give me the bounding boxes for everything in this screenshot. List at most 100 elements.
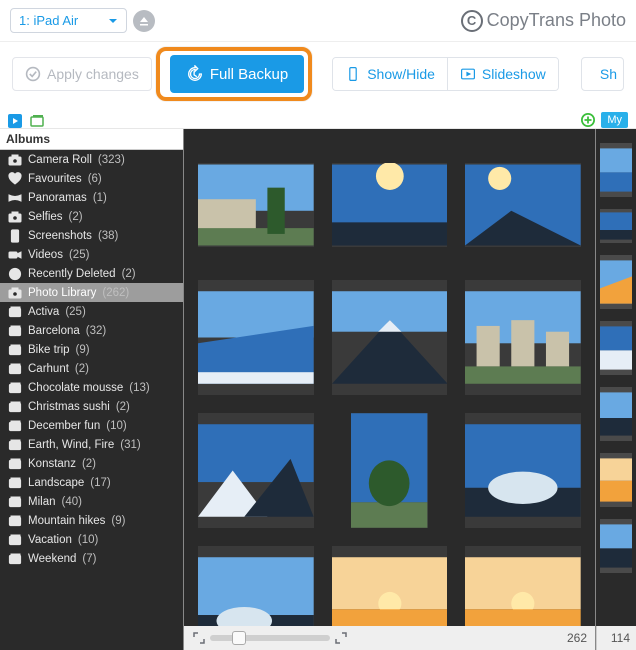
sidebar-item-camera-roll[interactable]: Camera Roll (323) — [0, 150, 183, 169]
right-thumb[interactable] — [600, 519, 632, 573]
view-button-group: Show/Hide Slideshow — [332, 57, 559, 91]
photo-thumb[interactable] — [465, 280, 581, 395]
apply-changes-button[interactable]: Apply changes — [12, 57, 152, 91]
sidebar-item-selfies[interactable]: Selfies (2) — [0, 207, 183, 226]
sidebar-item-activa[interactable]: Activa (25) — [0, 302, 183, 321]
sidebar-item-bike-trip[interactable]: Bike trip (9) — [0, 340, 183, 359]
album-list: Camera Roll (323)Favourites (6)Panoramas… — [0, 150, 183, 568]
sidebar-item-label: Landscape — [28, 477, 84, 489]
right-thumb[interactable] — [600, 321, 632, 375]
right-thumb[interactable] — [600, 209, 632, 243]
show-hide-right-label: Sh — [600, 66, 617, 82]
sidebar-item-december-fun[interactable]: December fun (10) — [0, 416, 183, 435]
sidebar-item-label: Panoramas — [28, 192, 87, 204]
apply-changes-label: Apply changes — [47, 66, 139, 82]
app-name: CopyTrans Photo — [487, 10, 626, 31]
sidebar-item-label: Selfies — [28, 211, 63, 223]
sidebar-item-carhunt[interactable]: Carhunt (2) — [0, 359, 183, 378]
sidebar-item-count: (2) — [75, 363, 89, 375]
show-hide-button[interactable]: Show/Hide — [333, 58, 447, 90]
sidebar-item-label: Earth, Wind, Fire — [28, 439, 114, 451]
app-logo: C CopyTrans Photo — [461, 10, 626, 32]
sidebar-item-count: (2) — [122, 268, 136, 280]
sidebar-item-count: (13) — [129, 382, 149, 394]
device-icon — [345, 66, 361, 82]
right-thumb[interactable] — [600, 453, 632, 507]
photo-thumb[interactable] — [198, 163, 314, 247]
photo-grid-wrap: 262 — [183, 129, 596, 650]
right-panel-footer: 114 — [596, 626, 636, 650]
photo-thumb[interactable] — [351, 413, 427, 528]
left-tab-icons — [8, 114, 44, 128]
sidebar-item-count: (38) — [98, 230, 118, 242]
photo-grid[interactable] — [184, 129, 595, 626]
sidebar-item-favourites[interactable]: Favourites (6) — [0, 169, 183, 188]
add-icon[interactable] — [581, 113, 595, 127]
sidebar-item-count: (2) — [116, 401, 130, 413]
sidebar-item-mountain-hikes[interactable]: Mountain hikes (9) — [0, 511, 183, 530]
photo-thumb[interactable] — [332, 546, 448, 626]
sidebar-item-barcelona[interactable]: Barcelona (32) — [0, 321, 183, 340]
logo-mark-icon: C — [461, 10, 483, 32]
slideshow-button[interactable]: Slideshow — [447, 58, 558, 90]
sidebar-item-count: (2) — [69, 211, 83, 223]
photo-thumb[interactable] — [465, 163, 581, 247]
sidebar-item-milan[interactable]: Milan (40) — [0, 492, 183, 511]
sidebar-item-videos[interactable]: Videos (25) — [0, 245, 183, 264]
photo-thumb[interactable] — [198, 280, 314, 395]
sidebar-item-count: (9) — [111, 515, 125, 527]
play-box-icon — [460, 66, 476, 82]
sidebar-item-christmas-sushi[interactable]: Christmas sushi (2) — [0, 397, 183, 416]
full-backup-button[interactable]: Full Backup — [170, 55, 304, 93]
sidebar-item-count: (10) — [78, 534, 98, 546]
photo-thumb[interactable] — [198, 546, 314, 626]
sidebar-item-count: (2) — [82, 458, 96, 470]
right-count: 114 — [611, 631, 630, 645]
sidebar-item-chocolate-mousse[interactable]: Chocolate mousse (13) — [0, 378, 183, 397]
eject-button[interactable] — [133, 10, 155, 32]
sidebar-item-label: Chocolate mousse — [28, 382, 123, 394]
sidebar-item-count: (7) — [82, 553, 96, 565]
grid-footer: 262 — [184, 626, 595, 650]
toolbar: Apply changes Full Backup Show/Hide Slid… — [0, 42, 636, 106]
photo-thumb[interactable] — [332, 280, 448, 395]
topbar: 1: iPad Air C CopyTrans Photo — [0, 0, 636, 42]
right-tab-icons: My — [581, 112, 628, 128]
photo-thumb[interactable] — [198, 413, 314, 528]
sidebar-item-konstanz[interactable]: Konstanz (2) — [0, 454, 183, 473]
sidebar-item-panoramas[interactable]: Panoramas (1) — [0, 188, 183, 207]
sidebar-item-count: (9) — [76, 344, 90, 356]
photo-thumb[interactable] — [465, 413, 581, 528]
show-hide-label: Show/Hide — [367, 66, 435, 82]
thumbnail-zoom-slider[interactable] — [210, 635, 330, 641]
sidebar-item-count: (31) — [120, 439, 140, 451]
sidebar-item-count: (1) — [93, 192, 107, 204]
photo-thumb[interactable] — [332, 163, 448, 247]
sidebar-item-label: Konstanz — [28, 458, 76, 470]
play-tab-icon[interactable] — [8, 114, 22, 128]
right-thumb[interactable] — [600, 255, 632, 309]
device-label: 1: iPad Air — [19, 13, 78, 28]
photo-thumb[interactable] — [465, 546, 581, 626]
collapse-icon[interactable] — [192, 631, 206, 645]
device-dropdown[interactable]: 1: iPad Air — [10, 8, 127, 33]
eject-icon — [139, 16, 149, 26]
sidebar-item-count: (40) — [61, 496, 81, 508]
sidebar-item-vacation[interactable]: Vacation (10) — [0, 530, 183, 549]
sidebar-item-count: (17) — [90, 477, 110, 489]
album-tab-icon[interactable] — [30, 114, 44, 128]
sidebar-item-earth-wind-fire[interactable]: Earth, Wind, Fire (31) — [0, 435, 183, 454]
sidebar-item-recently-deleted[interactable]: Recently Deleted (2) — [0, 264, 183, 283]
sidebar-item-landscape[interactable]: Landscape (17) — [0, 473, 183, 492]
sidebar-item-photo-library[interactable]: Photo Library (262) — [0, 283, 183, 302]
sidebar-item-screenshots[interactable]: Screenshots (38) — [0, 226, 183, 245]
history-icon — [186, 65, 204, 83]
expand-icon[interactable] — [334, 631, 348, 645]
right-thumb[interactable] — [600, 387, 632, 441]
sidebar-item-label: Christmas sushi — [28, 401, 110, 413]
full-backup-label: Full Backup — [210, 66, 288, 83]
sidebar-item-weekend[interactable]: Weekend (7) — [0, 549, 183, 568]
show-hide-right-button[interactable]: Sh — [581, 57, 624, 91]
my-tab[interactable]: My — [601, 112, 628, 128]
right-thumb[interactable] — [600, 143, 632, 197]
